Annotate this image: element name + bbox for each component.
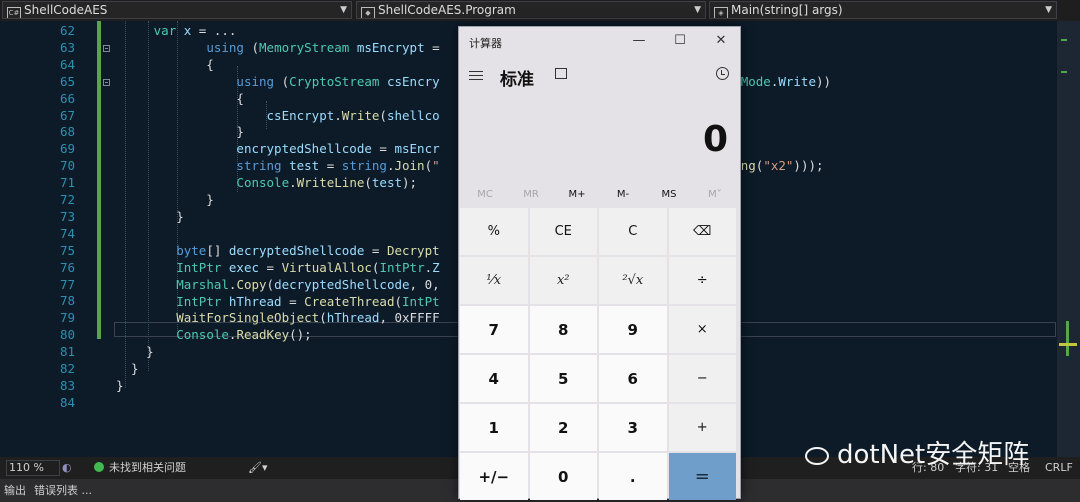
chevron-down-icon: ▼ <box>340 5 347 15</box>
method-name: Main(string[] args) <box>731 3 843 17</box>
minimize-button[interactable]: — <box>629 32 649 50</box>
fold-toggle[interactable] <box>103 45 110 52</box>
watermark: dotNet安全矩阵 <box>805 440 1029 470</box>
memory-button-ms[interactable]: MS <box>646 185 692 205</box>
line-number: 82 <box>59 361 75 376</box>
class-dropdown[interactable]: ◆ ShellCodeAES.Program ▼ <box>356 1 706 19</box>
clear-entry-button[interactable]: CE <box>529 208 597 255</box>
line-number: 84 <box>59 394 75 410</box>
class-name: ShellCodeAES.Program <box>378 3 516 17</box>
project-name: ShellCodeAES <box>24 3 108 17</box>
square-root-button[interactable]: ²√x <box>599 257 667 304</box>
memory-button-m-[interactable]: M- <box>600 185 646 205</box>
fold-toggle[interactable] <box>103 79 110 86</box>
method-icon: ◈ <box>714 7 728 18</box>
close-button[interactable]: ✕ <box>711 32 731 50</box>
backspace-button[interactable]: ⌫ <box>668 208 736 255</box>
percent-button[interactable]: % <box>460 208 528 255</box>
digit-2-button[interactable]: 2 <box>529 404 597 451</box>
tab-output[interactable]: 输出 <box>4 479 26 502</box>
line-number: 72 <box>59 192 75 207</box>
add-button[interactable]: + <box>668 404 736 451</box>
digit-3-button[interactable]: 3 <box>599 404 667 451</box>
line-number: 76 <box>59 259 75 275</box>
scroll-marker <box>1061 39 1067 41</box>
line-number: 65 <box>59 73 75 89</box>
negate-button[interactable]: +/− <box>460 453 528 500</box>
csharp-project-icon: C# <box>7 7 21 18</box>
line-number: 77 <box>59 276 75 292</box>
line-number: 80 <box>59 327 75 343</box>
line-number: 73 <box>59 208 75 224</box>
line-number: 83 <box>59 377 75 393</box>
line-number: 69 <box>59 141 75 157</box>
mode-title: 标准 <box>500 70 534 90</box>
line-number: 64 <box>59 56 75 72</box>
line-number: 66 <box>59 90 75 106</box>
line-number: 67 <box>59 107 75 123</box>
memory-button-mc[interactable]: MC <box>462 185 508 205</box>
issues-status[interactable]: 未找到相关问题 <box>109 457 186 479</box>
watermark-text: dotNet安全矩阵 <box>837 440 1030 470</box>
line-number: 74 <box>59 225 75 241</box>
line-number: 71 <box>59 175 75 191</box>
wechat-icon <box>805 447 829 465</box>
brush-icon[interactable]: 🖌▾ <box>248 457 268 479</box>
navigation-bar: C# ShellCodeAES ▼ ◆ ShellCodeAES.Program ▼… <box>0 0 1080 22</box>
line-number: 78 <box>59 293 75 309</box>
equals-button[interactable]: = <box>668 453 736 500</box>
line-number: 62 <box>59 23 75 38</box>
calculator-display: 0 <box>702 119 728 160</box>
digit-0-button[interactable]: 0 <box>529 453 597 500</box>
digit-8-button[interactable]: 8 <box>529 306 597 353</box>
subtract-button[interactable]: − <box>668 355 736 402</box>
digit-4-button[interactable]: 4 <box>460 355 528 402</box>
chevron-down-icon: ▼ <box>1045 5 1052 15</box>
change-indicator <box>97 21 101 339</box>
scroll-marker <box>1061 71 1067 73</box>
maximize-button[interactable]: ☐ <box>670 32 690 50</box>
calculator-titlebar[interactable]: 计算器 — ☐ ✕ <box>459 27 740 57</box>
eol-indicator: CRLF <box>1045 461 1073 474</box>
scroll-thumb[interactable] <box>1059 343 1077 346</box>
history-icon[interactable] <box>716 67 729 80</box>
tab-errors[interactable]: 错误列表 ... <box>34 479 92 502</box>
scroll-marker <box>1066 321 1069 356</box>
zoom-select[interactable]: 110 % <box>6 460 60 476</box>
project-dropdown[interactable]: C# ShellCodeAES ▼ <box>2 1 352 19</box>
square-button[interactable]: x² <box>529 257 597 304</box>
line-number: 75 <box>59 242 75 258</box>
line-number: 68 <box>59 124 75 140</box>
reciprocal-button[interactable]: ⅟x <box>460 257 528 304</box>
menu-icon[interactable] <box>469 71 483 83</box>
method-dropdown[interactable]: ◈ Main(string[] args) ▼ <box>709 1 1057 19</box>
line-number: 63 <box>59 39 75 55</box>
vertical-scrollbar[interactable] <box>1057 21 1080 457</box>
clear-button[interactable]: C <box>599 208 667 255</box>
memory-row: MC MR M+ M- MS M˅ <box>459 185 740 205</box>
line-number: 79 <box>59 310 75 326</box>
line-number: 81 <box>59 344 75 360</box>
paint-icon[interactable]: ◐ <box>62 457 72 479</box>
digit-7-button[interactable]: 7 <box>460 306 528 353</box>
class-icon: ◆ <box>361 7 375 18</box>
line-number: 70 <box>59 158 75 174</box>
window-title: 计算器 <box>469 37 502 50</box>
check-icon <box>94 462 104 472</box>
digit-1-button[interactable]: 1 <box>460 404 528 451</box>
chevron-down-icon: ▼ <box>694 5 701 15</box>
divide-button[interactable]: ÷ <box>668 257 736 304</box>
digit-9-button[interactable]: 9 <box>599 306 667 353</box>
multiply-button[interactable]: × <box>668 306 736 353</box>
digit-6-button[interactable]: 6 <box>599 355 667 402</box>
calculator-window[interactable]: 计算器 — ☐ ✕ 标准 0 MC MR M+ M- MS M˅ % CE C ⌫ ⅟x x² ²√x… <box>458 26 741 500</box>
decimal-button[interactable]: . <box>599 453 667 500</box>
memory-button-m+[interactable]: M+ <box>554 185 600 205</box>
keep-on-top-icon[interactable] <box>555 68 567 79</box>
mode-row: 标准 <box>459 63 740 90</box>
memory-button-m[interactable]: M˅ <box>692 185 738 205</box>
memory-button-mr[interactable]: MR <box>508 185 554 205</box>
digit-5-button[interactable]: 5 <box>529 355 597 402</box>
